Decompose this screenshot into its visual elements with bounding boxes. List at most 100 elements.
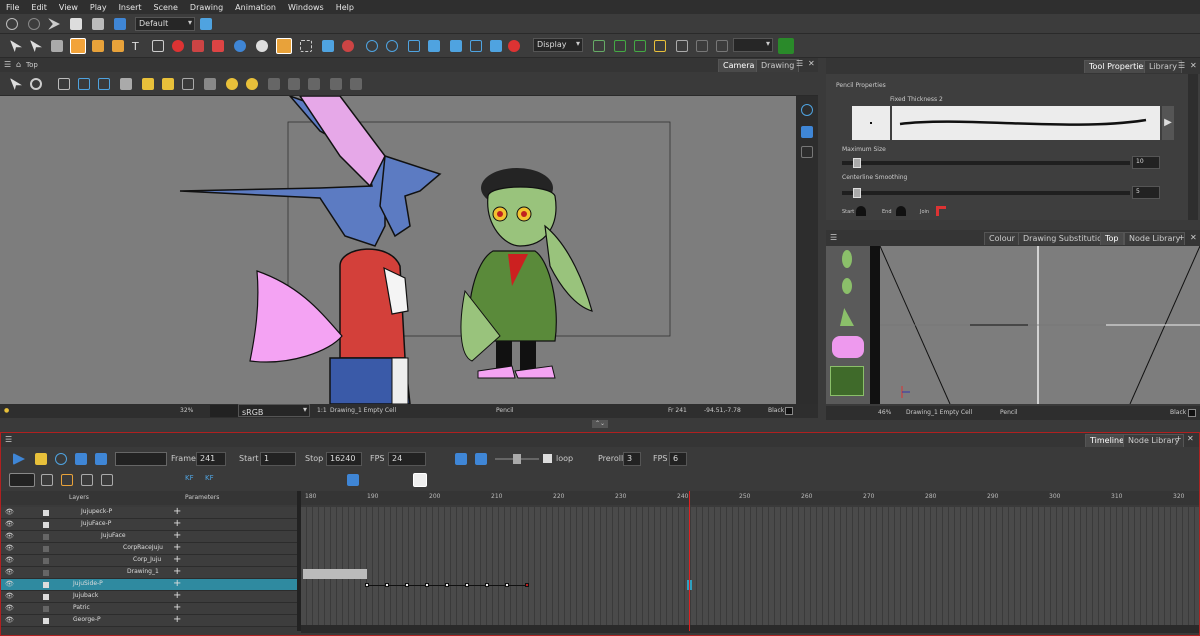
eraser-icon[interactable]: [112, 40, 124, 52]
layer-add-param-icon[interactable]: +: [173, 566, 181, 577]
layer-visibility-icon[interactable]: 👁: [5, 520, 14, 528]
layer-row[interactable]: 👁 Drawing_1 +: [1, 566, 297, 579]
layer-enable-checkbox[interactable]: [43, 582, 49, 588]
menu-scene[interactable]: Scene: [148, 3, 184, 12]
play-selection-icon[interactable]: [35, 453, 47, 465]
spline-icon[interactable]: [450, 40, 462, 52]
lock-icon[interactable]: [142, 78, 154, 90]
layer-add-param-icon[interactable]: +: [173, 530, 181, 541]
fps-field[interactable]: 24: [388, 452, 426, 466]
curve-icon[interactable]: [81, 474, 93, 486]
rig-tool-icon[interactable]: [276, 38, 292, 54]
grid-icon[interactable]: [696, 40, 708, 52]
layer-add-param-icon[interactable]: +: [173, 590, 181, 601]
keyframe-marker[interactable]: [505, 583, 509, 587]
group-icon[interactable]: [654, 40, 666, 52]
layer-visibility-icon[interactable]: 👁: [5, 532, 14, 540]
layer-visibility-icon[interactable]: 👁: [5, 556, 14, 564]
layer-row[interactable]: 👁 JujuFace +: [1, 530, 297, 543]
substitution-thumb-1[interactable]: [842, 250, 852, 268]
top-view-canvas[interactable]: [880, 246, 1200, 404]
close-icon-3[interactable]: ✕: [1190, 233, 1197, 242]
hand-icon[interactable]: [256, 40, 268, 52]
layer-row[interactable]: 👁 Patric +: [1, 602, 297, 615]
view-layers-icon[interactable]: [801, 126, 813, 138]
layer-enable-checkbox[interactable]: [43, 570, 49, 576]
turntable-icon[interactable]: [120, 78, 132, 90]
view-mode-dropdown[interactable]: [733, 38, 773, 52]
max-size-field[interactable]: 10: [1132, 156, 1160, 169]
layer-enable-checkbox[interactable]: [43, 534, 49, 540]
cap-start-icon[interactable]: [856, 206, 866, 216]
prev-frame-icon[interactable]: [455, 453, 467, 465]
menu-view[interactable]: View: [53, 3, 84, 12]
keyframe-marker[interactable]: [445, 583, 449, 587]
stroke-icon[interactable]: [322, 40, 334, 52]
play-icon[interactable]: [13, 453, 25, 465]
stroke-preview[interactable]: [892, 106, 1160, 140]
paint-bucket-icon[interactable]: [778, 38, 794, 54]
layer-enable-checkbox[interactable]: [43, 510, 49, 516]
dot-preview[interactable]: [852, 106, 890, 140]
keyframe-icon[interactable]: KF: [185, 474, 197, 486]
smoothing-slider-track[interactable]: [842, 188, 1130, 198]
flip-h-icon[interactable]: [268, 78, 280, 90]
substitution-thumb-4[interactable]: [832, 336, 864, 358]
viewport-select-icon[interactable]: [10, 78, 22, 90]
bulb-status-icon[interactable]: ●: [4, 407, 9, 414]
zoom-in-icon[interactable]: [330, 78, 342, 90]
motion-icon[interactable]: [61, 474, 73, 486]
cut-icon[interactable]: [48, 18, 60, 30]
collapse-arrow-icon[interactable]: ⌃⌄: [592, 420, 608, 428]
hamburger-icon[interactable]: ☰: [4, 60, 11, 69]
substitutions-scrollbar[interactable]: [870, 246, 880, 404]
tab-top[interactable]: Top: [1100, 232, 1124, 245]
frame-field[interactable]: 241: [196, 452, 226, 466]
scale-icon[interactable]: [408, 40, 420, 52]
layer-row[interactable]: 👁 George-P +: [1, 614, 297, 627]
camera-icon[interactable]: [508, 40, 520, 52]
tab-tool-properties[interactable]: Tool Properties: [1084, 60, 1153, 73]
layer-enable-checkbox[interactable]: [43, 618, 49, 624]
drawing-cell-block[interactable]: [303, 569, 367, 579]
tool-properties-scrollbar[interactable]: [1188, 74, 1198, 220]
ease-icon[interactable]: [41, 474, 53, 486]
keyframe-marker[interactable]: [525, 583, 529, 587]
close-icon[interactable]: ✕: [808, 59, 815, 68]
view-eye-icon[interactable]: [801, 104, 813, 116]
jog-wheel[interactable]: [115, 452, 167, 466]
colorspace-dropdown[interactable]: sRGB: [238, 404, 310, 417]
rotate-icon[interactable]: [386, 40, 398, 52]
gear-icon[interactable]: [30, 78, 42, 90]
smoothing-slider-thumb[interactable]: [853, 188, 862, 198]
display-dropdown[interactable]: Display: [533, 38, 583, 52]
node-link-icon[interactable]: [614, 40, 626, 52]
tab-drawing[interactable]: Drawing: [756, 59, 800, 72]
frame-ruler[interactable]: 180 190 200 210 220 230 240 250 260 270 280 290 300 3…: [301, 491, 1199, 505]
add-panel-icon[interactable]: +: [1178, 233, 1185, 242]
layer-add-param-icon[interactable]: +: [173, 542, 181, 553]
layer-visibility-icon[interactable]: 👁: [5, 616, 14, 624]
menu-windows[interactable]: Windows: [282, 3, 330, 12]
layer-add-param-icon[interactable]: +: [173, 578, 181, 589]
safe-area-icon[interactable]: [78, 78, 90, 90]
panel-menu-icon-2[interactable]: ☰: [1178, 61, 1185, 70]
layer-add-param-icon[interactable]: +: [173, 506, 181, 517]
sound-icon[interactable]: [75, 453, 87, 465]
keyframe-remove-icon[interactable]: KF: [205, 474, 217, 486]
menu-help[interactable]: Help: [330, 3, 360, 12]
layer-row[interactable]: 👁 JujuFace-P +: [1, 518, 297, 531]
onion-skin-icon[interactable]: [182, 78, 194, 90]
layer-row[interactable]: 👁 JujuSide-P +: [1, 578, 297, 591]
deform-icon[interactable]: [300, 40, 312, 52]
layer-add-param-icon[interactable]: +: [173, 518, 181, 529]
keyframe-marker[interactable]: [385, 583, 389, 587]
pencil-tool-icon[interactable]: [70, 38, 86, 54]
layer-add-param-icon[interactable]: +: [173, 554, 181, 565]
fps2-field[interactable]: 6: [669, 452, 687, 466]
copy-icon[interactable]: [70, 18, 82, 30]
side-color-swatch[interactable]: [1188, 409, 1196, 417]
node-unlink-icon[interactable]: [634, 40, 646, 52]
exposure-grid[interactable]: [301, 507, 1199, 625]
layer-enable-checkbox[interactable]: [43, 522, 49, 528]
